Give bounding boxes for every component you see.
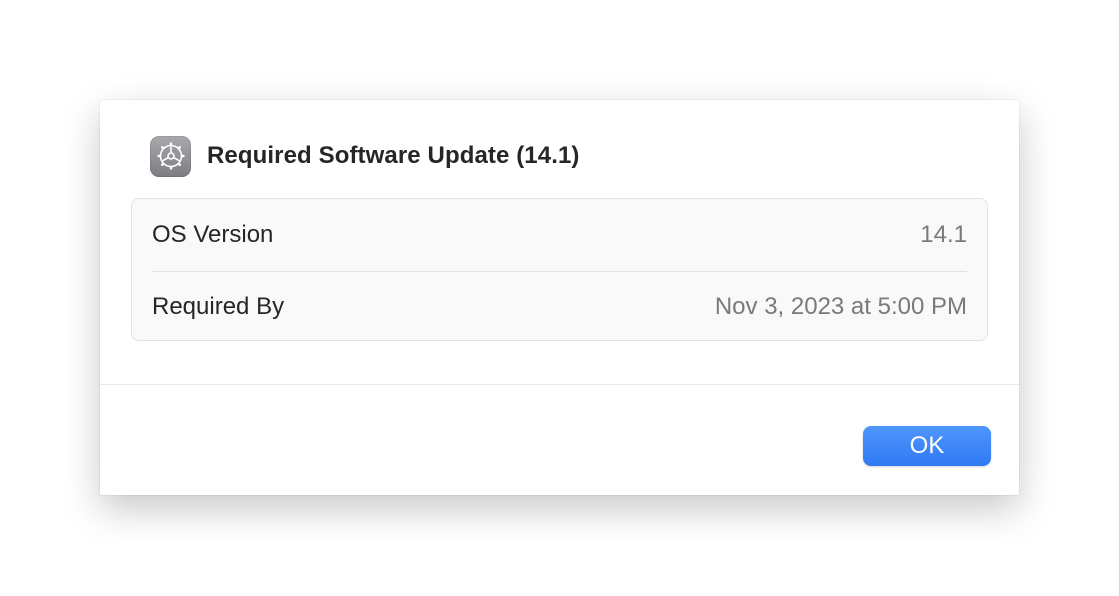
update-info-box: OS Version 14.1 Required By Nov 3, 2023 … (131, 198, 988, 341)
os-version-value: 14.1 (920, 221, 967, 248)
os-version-row: OS Version 14.1 (152, 199, 967, 272)
settings-gear-icon (150, 135, 191, 177)
dialog-title: Required Software Update (14.1) (207, 142, 580, 169)
dialog-header: Required Software Update (14.1) (150, 135, 580, 177)
ok-button[interactable]: OK (863, 426, 991, 466)
footer-divider (100, 384, 1019, 385)
software-update-dialog: Required Software Update (14.1) OS Versi… (100, 100, 1019, 495)
required-by-row: Required By Nov 3, 2023 at 5:00 PM (152, 271, 967, 343)
os-version-label: OS Version (152, 221, 274, 248)
required-by-value: Nov 3, 2023 at 5:00 PM (714, 293, 967, 320)
required-by-label: Required By (152, 293, 285, 320)
